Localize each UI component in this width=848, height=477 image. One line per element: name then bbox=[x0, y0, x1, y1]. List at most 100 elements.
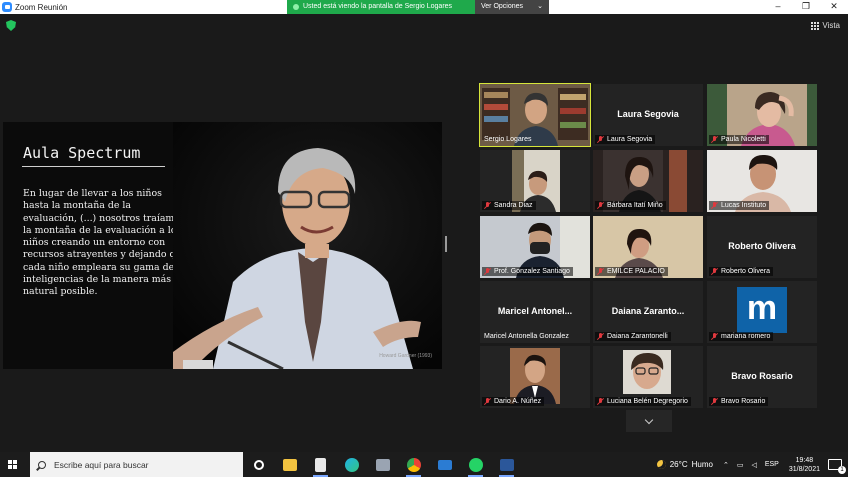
participant-tile[interactable]: EMILCE PALACIO bbox=[593, 216, 703, 278]
participant-name: Laura Segovia bbox=[607, 136, 653, 143]
weather-widget[interactable]: 26°C Humo bbox=[656, 460, 713, 469]
participant-tile[interactable]: Lucas Instituto bbox=[707, 150, 817, 212]
volume-icon[interactable]: ◁ bbox=[751, 461, 756, 469]
participant-name: Paula Nicoletti bbox=[721, 136, 766, 143]
participant-label: Prof. Gonzalez Santiago bbox=[482, 267, 573, 276]
security-shield-icon[interactable] bbox=[6, 20, 16, 31]
participant-display-name: Roberto Olivera bbox=[728, 241, 796, 251]
participant-tile[interactable]: Sergio Logares bbox=[479, 83, 591, 147]
weather-temp: 26°C bbox=[669, 460, 688, 469]
participant-name: Bravo Rosario bbox=[721, 398, 766, 405]
participant-tile[interactable]: Dario A. Núñez bbox=[480, 346, 590, 408]
network-icon[interactable]: ▭ bbox=[737, 461, 744, 469]
participant-tile[interactable]: Paula Nicoletti bbox=[707, 84, 817, 146]
zoom-logo-icon bbox=[2, 2, 12, 12]
participant-tile[interactable]: Laura Segovia Laura Segovia bbox=[593, 84, 703, 146]
mail-button[interactable] bbox=[429, 452, 460, 477]
chrome-icon bbox=[406, 457, 421, 472]
participant-label: Laura Segovia bbox=[595, 135, 656, 144]
view-options-label: Ver Opciones bbox=[481, 3, 524, 10]
close-button[interactable]: ✕ bbox=[820, 0, 848, 14]
slide-title-underline bbox=[22, 166, 165, 167]
shared-screen: Aula Spectrum En lugar de llevar a los n… bbox=[3, 122, 442, 369]
participant-tile[interactable]: Bárbara Itatí Miño bbox=[593, 150, 703, 212]
slide-title: Aula Spectrum bbox=[23, 144, 141, 162]
participant-label: Dario A. Núñez bbox=[482, 397, 545, 406]
participant-name: Dario A. Núñez bbox=[494, 398, 542, 405]
chrome-button[interactable] bbox=[398, 452, 429, 477]
participant-name: Lucas Instituto bbox=[721, 202, 767, 209]
participant-display-name: Laura Segovia bbox=[617, 109, 679, 119]
participant-label: Sergio Logares bbox=[482, 135, 534, 144]
participant-name: Luciana Belén Degregorio bbox=[607, 398, 688, 405]
split-divider-handle[interactable] bbox=[445, 236, 447, 252]
moon-icon bbox=[656, 460, 666, 469]
participant-label: mariana romero bbox=[709, 332, 774, 341]
participant-tile[interactable]: Roberto Olivera Roberto Olivera bbox=[707, 216, 817, 278]
mic-off-icon bbox=[597, 202, 604, 209]
chevron-up-icon[interactable]: ⌃ bbox=[723, 461, 729, 469]
view-button[interactable]: Vista bbox=[811, 21, 840, 30]
mic-off-icon bbox=[711, 136, 718, 143]
mic-off-icon bbox=[597, 268, 604, 275]
participant-label: Lucas Instituto bbox=[709, 201, 770, 210]
whatsapp-button[interactable] bbox=[460, 452, 491, 477]
participant-name: Roberto Olivera bbox=[721, 268, 771, 275]
share-message: Usted está viendo la pantalla de Sergio … bbox=[303, 3, 453, 10]
start-button[interactable] bbox=[0, 452, 24, 477]
language-indicator[interactable]: ESP bbox=[765, 461, 779, 468]
file-explorer-button[interactable] bbox=[274, 452, 305, 477]
clock-time: 19:48 bbox=[795, 456, 814, 464]
slide-credit: Howard Gardner (1993) bbox=[379, 353, 432, 359]
edge-button[interactable] bbox=[336, 452, 367, 477]
whatsapp-icon bbox=[468, 457, 483, 472]
participant-tile[interactable]: Daiana Zaranto... Daiana Zarantonelli bbox=[593, 281, 703, 343]
participant-tile[interactable]: Maricel Antonel... Maricel Antonella Gon… bbox=[480, 281, 590, 343]
minimize-button[interactable]: – bbox=[764, 0, 792, 14]
search-placeholder: Escribe aquí para buscar bbox=[54, 459, 149, 470]
participant-name: Prof. Gonzalez Santiago bbox=[494, 268, 570, 275]
maximize-button[interactable]: ❐ bbox=[792, 0, 820, 14]
participant-tile[interactable]: Luciana Belén Degregorio bbox=[593, 346, 703, 408]
participant-tile[interactable]: Bravo Rosario Bravo Rosario bbox=[707, 346, 817, 408]
word-button[interactable] bbox=[491, 452, 522, 477]
grid-icon bbox=[811, 21, 820, 30]
view-options-button[interactable]: Ver Opciones ⌄ bbox=[475, 0, 549, 14]
word-icon bbox=[499, 458, 514, 471]
participant-tile[interactable]: Sandra Diaz bbox=[480, 150, 590, 212]
mic-off-icon bbox=[711, 333, 718, 340]
speaker-photo bbox=[173, 122, 442, 369]
participant-display-name: Bravo Rosario bbox=[731, 371, 793, 381]
task-view-icon bbox=[253, 459, 264, 470]
task-view-button[interactable] bbox=[243, 452, 274, 477]
notepad-button[interactable] bbox=[305, 452, 336, 477]
participant-name: EMILCE PALACIO bbox=[607, 268, 665, 275]
next-page-button[interactable] bbox=[626, 410, 672, 432]
participant-name: Sandra Diaz bbox=[494, 202, 533, 209]
mic-off-icon bbox=[711, 268, 718, 275]
clock[interactable]: 19:48 31/8/2021 bbox=[789, 456, 820, 474]
windows-logo-icon bbox=[7, 460, 17, 469]
participant-tile[interactable]: Prof. Gonzalez Santiago bbox=[480, 216, 590, 278]
participant-name: mariana romero bbox=[721, 333, 771, 340]
participant-label: Bárbara Itatí Miño bbox=[595, 201, 666, 210]
participant-label: EMILCE PALACIO bbox=[595, 267, 668, 276]
participant-label: Luciana Belén Degregorio bbox=[595, 397, 691, 406]
system-tray: 26°C Humo ⌃ ▭ ◁ ESP 19:48 31/8/2021 bbox=[656, 452, 848, 477]
chevron-down-icon: ⌄ bbox=[537, 3, 543, 10]
participant-tile[interactable]: m mariana romero bbox=[707, 281, 817, 343]
mic-off-icon bbox=[711, 202, 718, 209]
participant-label: Daiana Zarantonelli bbox=[595, 332, 671, 341]
view-label: Vista bbox=[822, 21, 840, 30]
participant-label: Sandra Diaz bbox=[482, 201, 536, 210]
mic-off-icon bbox=[597, 333, 604, 340]
camera-icon bbox=[375, 458, 390, 471]
chevron-down-icon bbox=[644, 415, 654, 424]
weather-condition: Humo bbox=[691, 460, 713, 469]
taskbar-search[interactable]: Escribe aquí para buscar bbox=[30, 452, 243, 477]
notification-icon[interactable] bbox=[828, 459, 846, 474]
participant-label: Roberto Olivera bbox=[709, 267, 774, 276]
participant-label: Bravo Rosario bbox=[709, 397, 769, 406]
participant-display-name: Maricel Antonel... bbox=[497, 306, 573, 316]
camera-button[interactable] bbox=[367, 452, 398, 477]
